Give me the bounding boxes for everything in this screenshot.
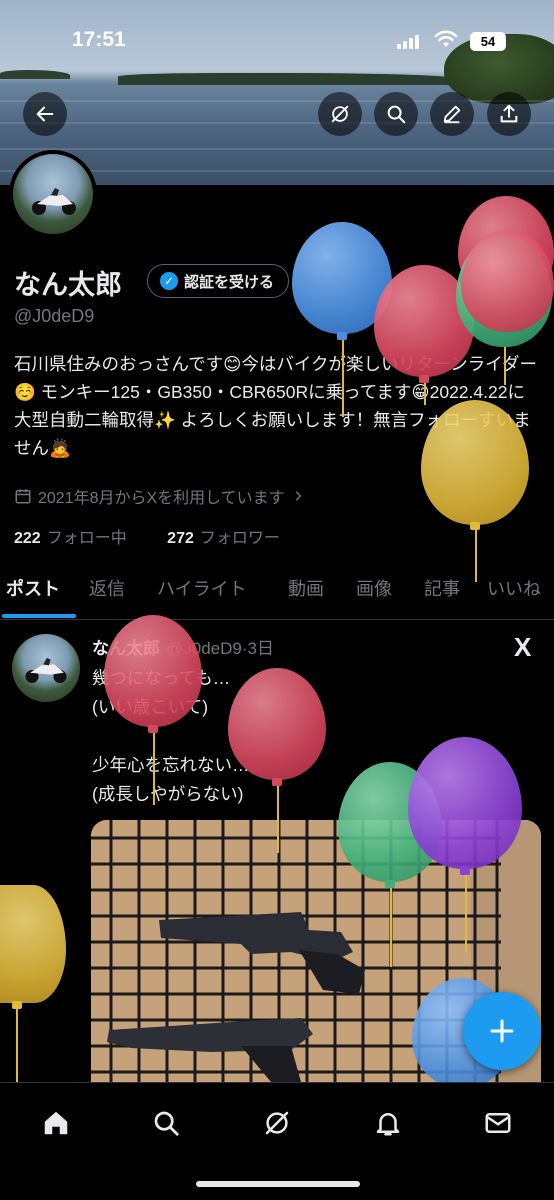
tab-replies[interactable]: 返信 xyxy=(89,575,125,601)
x-logo-icon: X xyxy=(514,632,532,662)
get-verified-button[interactable]: ✓ 認証を受ける xyxy=(147,264,290,298)
grok-icon xyxy=(331,105,349,123)
avatar[interactable] xyxy=(9,150,97,238)
status-time: 17:51 xyxy=(72,28,126,51)
balloon-decoration xyxy=(228,668,326,853)
verified-badge-icon: ✓ xyxy=(160,272,178,290)
search-icon xyxy=(387,105,406,124)
bell-icon xyxy=(376,1113,400,1136)
share-button[interactable] xyxy=(487,92,531,136)
tab-posts[interactable]: ポスト xyxy=(6,575,60,601)
mail-icon xyxy=(485,1113,511,1133)
battery-icon: 54 xyxy=(470,32,506,51)
motorcycle-photo xyxy=(32,188,76,215)
post-avatar[interactable] xyxy=(12,634,80,702)
compose-fab-button[interactable] xyxy=(463,992,541,1070)
active-tab-indicator xyxy=(2,614,76,618)
following-link[interactable]: 222 フォロー中 xyxy=(14,530,145,547)
joined-date[interactable]: 2021年8月からXを利用しています xyxy=(14,484,305,508)
home-indicator xyxy=(196,1181,360,1187)
nav-search[interactable] xyxy=(146,1103,186,1143)
nav-notifications[interactable] xyxy=(368,1103,408,1143)
edit-button[interactable] xyxy=(430,92,474,136)
profile-handle: @J0deD9 xyxy=(14,306,95,326)
balloon-decoration xyxy=(104,615,202,805)
grok-button[interactable] xyxy=(318,92,362,136)
profile-name: なん太郎 xyxy=(14,270,122,300)
tab-highlights[interactable]: ハイライト xyxy=(157,575,247,601)
nav-messages[interactable] xyxy=(478,1103,518,1143)
share-icon xyxy=(500,104,518,123)
arrow-left-icon xyxy=(36,106,54,122)
followers-label: フォロワー xyxy=(199,530,280,547)
banner-wave xyxy=(0,100,554,102)
nav-grok[interactable] xyxy=(257,1103,297,1143)
tab-videos[interactable]: 動画 xyxy=(288,575,324,601)
following-count: 222 xyxy=(14,530,41,547)
balloon-decoration xyxy=(461,230,554,390)
chevron-right-icon xyxy=(295,491,302,501)
banner-wave xyxy=(0,148,554,150)
balloon-decoration xyxy=(408,737,522,952)
nav-home[interactable] xyxy=(36,1103,76,1143)
plus-icon xyxy=(490,1019,514,1043)
balloon-decoration xyxy=(0,885,66,1082)
balloon-decoration xyxy=(421,400,529,582)
home-icon xyxy=(44,1111,68,1135)
edit-icon xyxy=(443,105,461,124)
following-label: フォロー中 xyxy=(46,530,127,547)
wifi-icon xyxy=(434,30,458,54)
followers-link[interactable]: 272 フォロワー xyxy=(167,530,298,547)
tab-media[interactable]: 画像 xyxy=(356,575,392,601)
status-bar: 17:51 54 xyxy=(0,0,554,80)
calendar-icon xyxy=(15,489,31,504)
get-verified-label: 認証を受ける xyxy=(184,273,275,291)
search-button[interactable] xyxy=(374,92,418,136)
back-button[interactable] xyxy=(23,92,67,136)
search-icon xyxy=(154,1111,179,1136)
motorcycle-photo xyxy=(25,657,67,684)
joined-label: 2021年8月からXを利用しています xyxy=(38,490,285,507)
follow-stats: 222 フォロー中 272 フォロワー xyxy=(14,524,316,548)
grok-icon xyxy=(265,1111,289,1135)
followers-count: 272 xyxy=(167,530,194,547)
signal-icon xyxy=(397,35,423,49)
